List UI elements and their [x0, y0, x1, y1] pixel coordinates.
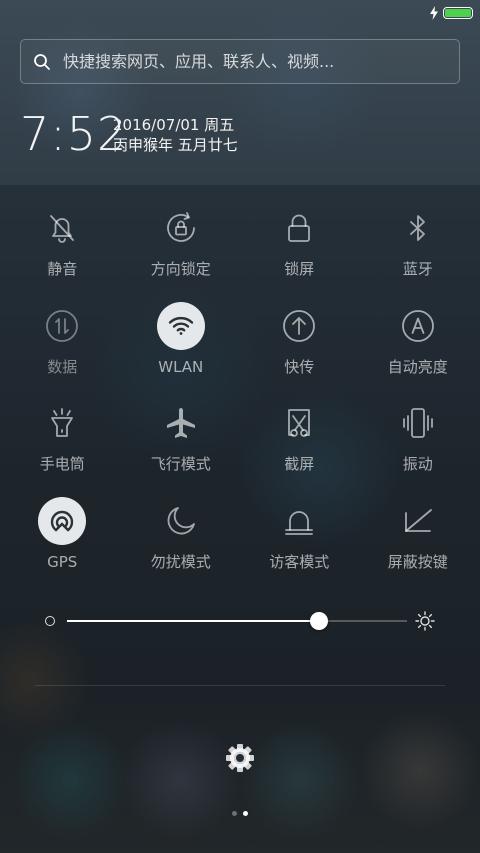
- brightness-slider[interactable]: [67, 612, 407, 630]
- bluetooth-icon: [394, 204, 442, 252]
- toggle-mobile-data[interactable]: 数据: [3, 302, 122, 400]
- toggle-label: WLAN: [158, 357, 204, 376]
- toggle-row: 手电筒 飞行模式 截屏 振动: [3, 399, 477, 497]
- brightness-control: [40, 606, 440, 636]
- page-dot-active: [243, 811, 248, 816]
- gps-icon: [38, 496, 87, 545]
- toggle-row: GPS 勿扰模式 访客模式 屏蔽按键: [3, 496, 478, 595]
- clock-date[interactable]: 2016/07/01 周五: [113, 115, 234, 135]
- auto-brightness-icon: [394, 302, 442, 350]
- status-bar: [0, 0, 480, 26]
- flashlight-icon: [38, 399, 86, 447]
- toggle-block-keys[interactable]: 屏蔽按键: [359, 497, 478, 595]
- toggle-label: 自动亮度: [387, 357, 448, 376]
- vibrate-icon: [394, 399, 442, 447]
- block-keys-icon: [394, 497, 442, 545]
- brightness-slider-thumb[interactable]: [309, 612, 328, 630]
- screenshot-scissors-icon: [275, 399, 323, 447]
- rotation-lock-icon: [157, 204, 205, 252]
- lock-icon: [275, 204, 323, 252]
- moon-icon: [157, 497, 205, 545]
- search-bar[interactable]: [20, 39, 460, 84]
- mobile-data-icon: [38, 302, 86, 350]
- toggle-label: GPS: [47, 552, 78, 571]
- toggle-label: 飞行模式: [150, 455, 211, 473]
- toggle-bluetooth[interactable]: 蓝牙: [359, 204, 478, 302]
- battery-fill: [445, 9, 471, 17]
- toggle-do-not-disturb[interactable]: 勿扰模式: [122, 497, 241, 595]
- charging-icon: [430, 6, 438, 20]
- toggle-gps[interactable]: GPS: [3, 496, 122, 595]
- toggle-flashlight[interactable]: 手电筒: [3, 399, 122, 497]
- toggle-wlan[interactable]: WLAN: [122, 301, 241, 400]
- airplane-icon: [157, 399, 205, 447]
- brightness-slider-fill: [67, 620, 319, 622]
- toggle-label: 静音: [47, 260, 78, 278]
- brightness-low-icon: [45, 616, 55, 626]
- toggle-airplane-mode[interactable]: 飞行模式: [122, 399, 241, 497]
- clock-lunar-date: 丙申猴年 五月廿七: [113, 136, 238, 154]
- toggle-label: 访客模式: [269, 552, 330, 571]
- brightness-high-icon: [415, 611, 435, 631]
- toggle-rotation-lock[interactable]: 方向锁定: [122, 204, 241, 302]
- page-dot: [232, 811, 237, 816]
- toggle-lock-screen[interactable]: 锁屏: [240, 204, 359, 302]
- battery-icon: [443, 7, 473, 19]
- toggle-quick-transfer[interactable]: 快传: [240, 302, 359, 400]
- toggle-silent[interactable]: 静音: [3, 204, 122, 302]
- toggle-label: 锁屏: [284, 260, 315, 278]
- toggle-label: 蓝牙: [402, 260, 433, 278]
- toggle-label: 快传: [284, 357, 315, 376]
- toggle-label: 方向锁定: [150, 260, 211, 278]
- clock-time[interactable]: 7:52: [20, 108, 127, 160]
- guest-mode-icon: [275, 497, 323, 545]
- page-indicator: [230, 811, 250, 817]
- toggle-label: 振动: [402, 455, 433, 473]
- quick-toggle-grid: 静音 方向锁定 锁屏 蓝牙 数据 WLAN 快传 自动亮度 手电筒 飞行模式 截…: [3, 204, 477, 594]
- wifi-icon: [156, 301, 205, 350]
- search-input[interactable]: [63, 40, 443, 83]
- toggle-label: 屏蔽按键: [387, 552, 448, 571]
- toggle-vibrate[interactable]: 振动: [359, 399, 478, 497]
- toggle-screenshot[interactable]: 截屏: [240, 399, 359, 497]
- gear-icon[interactable]: [222, 740, 258, 776]
- toggle-row: 静音 方向锁定 锁屏 蓝牙: [3, 204, 477, 302]
- toggle-label: 手电筒: [39, 455, 85, 473]
- toggle-guest-mode[interactable]: 访客模式: [240, 497, 359, 595]
- toggle-auto-brightness[interactable]: 自动亮度: [359, 302, 478, 400]
- toggle-row: 数据 WLAN 快传 自动亮度: [3, 301, 478, 400]
- toggle-label: 截屏: [284, 455, 315, 473]
- divider: [35, 685, 445, 686]
- upload-arrow-icon: [275, 302, 323, 350]
- toggle-label: 数据: [47, 357, 78, 376]
- bell-off-icon: [38, 204, 86, 252]
- toggle-label: 勿扰模式: [150, 552, 211, 571]
- search-icon: [34, 54, 50, 70]
